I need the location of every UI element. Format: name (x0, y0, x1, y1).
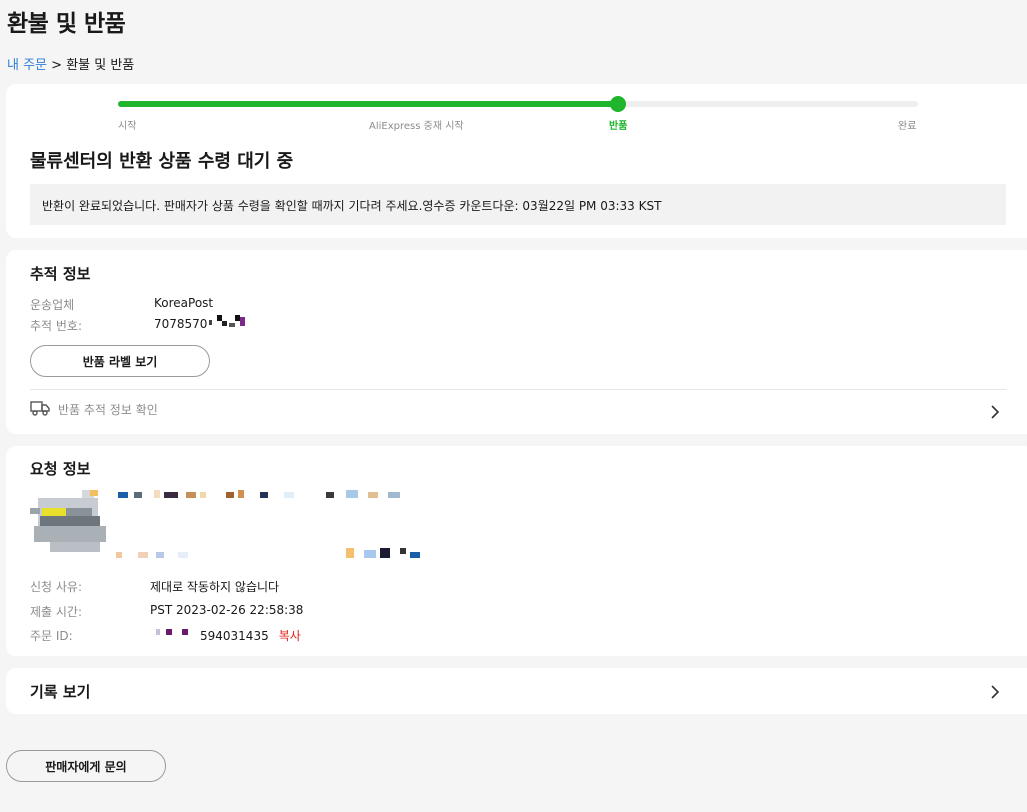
progress-track (118, 96, 918, 112)
request-title: 요청 정보 (30, 460, 91, 478)
reason-value: 제대로 작동하지 않습니다 (150, 580, 280, 594)
history-title: 기록 보기 (30, 683, 91, 701)
contact-seller-button[interactable]: 판매자에게 문의 (6, 750, 166, 782)
return-notice: 반환이 완료되었습니다. 판매자가 상품 수령을 확인할 때까지 기다려 주세요… (30, 184, 1006, 225)
truck-icon (30, 400, 50, 420)
order-id-value: 594031435 복사 (200, 629, 301, 643)
return-tracking-row[interactable]: 반품 추적 정보 확인 (30, 398, 1007, 424)
carrier-value: KoreaPost (154, 296, 214, 310)
breadcrumb-current: 환불 및 반품 (66, 58, 135, 73)
breadcrumb-my-orders-link[interactable]: 내 주문 (7, 58, 47, 73)
tracking-card: 추적 정보 운송업체 KoreaPost 추적 번호: 7078570 반품 라… (6, 250, 1027, 434)
tracking-number-redaction (209, 315, 245, 329)
step-return-label: 반품 (609, 121, 628, 132)
return-tracking-label: 반품 추적 정보 확인 (58, 403, 158, 417)
product-name-redaction (90, 490, 420, 500)
step-mediation-label: AliExpress 중재 시작 (369, 121, 464, 132)
reason-label: 신청 사유: (30, 580, 83, 594)
submit-time-label: 제출 시간: (30, 605, 83, 619)
step-complete-label: 완료 (898, 121, 917, 132)
progress-current-dot (610, 96, 626, 112)
tracking-divider (30, 389, 1007, 390)
tracking-number-value: 7078570 (154, 317, 208, 331)
tracking-title: 추적 정보 (30, 265, 91, 283)
chevron-right-icon (990, 684, 1000, 703)
progress-fill (118, 101, 618, 107)
page-title: 환불 및 반품 (7, 11, 126, 37)
carrier-label: 운송업체 (30, 298, 75, 312)
order-id-label: 주문 ID: (30, 629, 73, 643)
copy-order-id-button[interactable]: 복사 (279, 629, 301, 643)
order-id-redaction (156, 629, 200, 637)
tracking-number-label: 추적 번호: (30, 319, 83, 333)
view-return-label-button[interactable]: 반품 라벨 보기 (30, 345, 210, 377)
status-title: 물류센터의 반환 상품 수령 대기 중 (30, 151, 294, 172)
view-history-row[interactable]: 기록 보기 (6, 668, 1027, 714)
request-card: 요청 정보 신청 사유: 제대로 작동하지 않습니다 제출 시간: PST 20… (6, 446, 1027, 656)
breadcrumb-separator: > (51, 58, 63, 73)
breadcrumb: 내 주문 > 환불 및 반품 (7, 54, 134, 73)
step-start-label: 시작 (118, 121, 137, 132)
progress-card: 시작 AliExpress 중재 시작 반품 완료 물류센터의 반환 상품 수령… (6, 84, 1027, 238)
product-option-redaction (116, 548, 426, 560)
submit-time-value: PST 2023-02-26 22:58:38 (150, 603, 304, 617)
chevron-right-icon (990, 404, 1000, 423)
